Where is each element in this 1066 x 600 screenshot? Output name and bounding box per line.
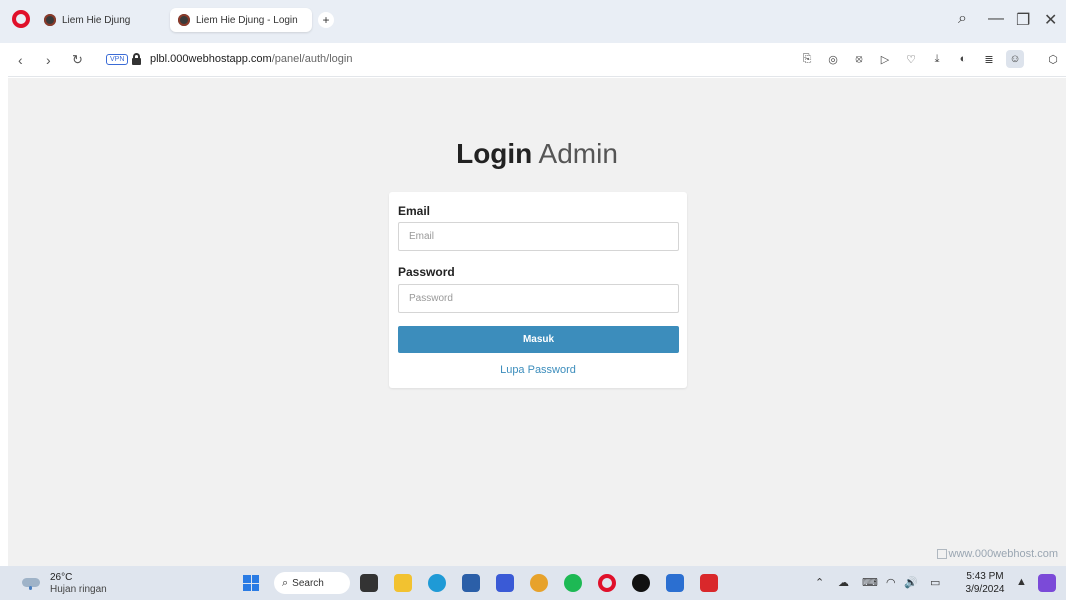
address-bar: ‹ › ↻ VPN plbl.000webhostapp.com/panel/a… (8, 44, 1066, 114)
email-label: Email (398, 204, 431, 218)
login-button[interactable]: Masuk (398, 326, 679, 353)
weather-icon[interactable] (22, 575, 40, 590)
clock-date[interactable]: 3/9/2024 (960, 584, 1010, 595)
plus-icon: + (322, 13, 330, 27)
notification-bell-icon[interactable]: ▲ (1016, 576, 1027, 588)
shield-icon[interactable]: ⦻ (850, 50, 868, 68)
file-explorer-icon[interactable] (394, 574, 412, 592)
url-host: plbl.000webhostapp.com (150, 53, 272, 65)
url-path: /panel/auth/login (271, 53, 353, 65)
search-tabs-icon[interactable]: ⌕ (958, 10, 967, 28)
opera-logo-icon[interactable] (12, 10, 30, 28)
tab-liem-hie-djung[interactable]: Liem Hie Djung (36, 8, 166, 32)
extensions-icon[interactable]: ⬡ (1044, 50, 1062, 68)
onedrive-icon[interactable]: ☁ (838, 576, 849, 589)
weather-condition[interactable]: Hujan ringan (50, 584, 107, 595)
temperature[interactable]: 26°C (50, 572, 72, 583)
word-icon[interactable] (666, 574, 684, 592)
tab-label: Liem Hie Djung - Login (196, 14, 298, 26)
download-icon[interactable]: ⤓ (928, 50, 946, 68)
minimize-icon[interactable]: — (988, 10, 1004, 28)
start-button[interactable] (243, 575, 259, 591)
search-icon: ⌕ (282, 576, 289, 589)
login-card: Email Password Masuk Lupa Password (389, 192, 687, 388)
watermark-text: www.000webhost.com (948, 548, 1058, 560)
site-favicon-icon (44, 14, 56, 26)
password-field[interactable] (398, 284, 679, 313)
browser-tab-bar: Liem Hie Djung Liem Hie Djung - Login + … (0, 0, 1066, 43)
forward-icon[interactable]: › (46, 52, 51, 68)
keyboard-icon[interactable]: ⌨ (862, 576, 878, 589)
spotify-icon[interactable] (564, 574, 582, 592)
taskbar-search[interactable]: ⌕ Search (274, 572, 350, 594)
browser-toolbar: ⎘ ◎ ⦻ ▷ ♡ ⤓ ◐ ≣ ☺ ⬡ (798, 50, 1062, 68)
email-field[interactable] (398, 222, 679, 251)
heart-icon[interactable]: ♡ (902, 50, 920, 68)
site-favicon-icon (178, 14, 190, 26)
task-view-icon[interactable] (360, 574, 378, 592)
camera-icon[interactable]: ◎ (824, 50, 842, 68)
wifi-icon[interactable]: ◠ (886, 576, 896, 589)
tab-label: Liem Hie Djung (62, 14, 131, 26)
close-icon[interactable]: ✕ (1044, 10, 1057, 30)
lock-icon[interactable] (132, 53, 141, 65)
opera-icon[interactable] (598, 574, 616, 592)
broken-image-icon (936, 549, 947, 559)
url-field[interactable]: plbl.000webhostapp.com/panel/auth/login (150, 53, 352, 65)
page-title: Login Admin (8, 138, 1066, 170)
copilot-icon[interactable] (1038, 574, 1056, 592)
chrome-icon[interactable] (530, 574, 548, 592)
send-icon[interactable]: ▷ (876, 50, 894, 68)
menu-icon[interactable]: ≣ (980, 50, 998, 68)
forgot-password-link[interactable]: Lupa Password (389, 364, 687, 376)
back-icon[interactable]: ‹ (18, 52, 23, 68)
snapshot-icon[interactable]: ⎘ (798, 50, 816, 68)
title-light: Admin (538, 138, 618, 169)
tiktok-icon[interactable] (632, 574, 650, 592)
new-tab-button[interactable]: + (318, 12, 334, 28)
profile-icon[interactable]: ☺ (1006, 50, 1024, 68)
chevron-up-icon[interactable]: ⌃ (815, 576, 824, 589)
battery-icon[interactable]: ▭ (930, 576, 940, 589)
volume-icon[interactable]: 🔊 (904, 576, 918, 589)
reload-icon[interactable]: ↻ (72, 52, 83, 68)
acrobat-icon[interactable] (700, 574, 718, 592)
search-label: Search (292, 577, 324, 589)
clock-time[interactable]: 5:43 PM (960, 571, 1010, 582)
app-icon[interactable] (496, 574, 514, 592)
password-label: Password (398, 265, 455, 279)
title-bold: Login (456, 138, 533, 169)
vpn-badge[interactable]: VPN (106, 54, 129, 65)
page-content: Login Admin Email Password Masuk Lupa Pa… (8, 78, 1066, 566)
sidebar-icon[interactable]: ◐ (954, 50, 972, 68)
store-icon[interactable] (462, 574, 480, 592)
edge-icon[interactable] (428, 574, 446, 592)
tab-login[interactable]: Liem Hie Djung - Login (170, 8, 312, 32)
restore-icon[interactable]: ❐ (1016, 10, 1030, 30)
host-watermark[interactable]: www.000webhost.com (936, 548, 1058, 560)
windows-taskbar: 26°C Hujan ringan ⌕ Search ⌃ ☁ ⌨ ◠ 🔊 ▭ 5… (0, 566, 1066, 600)
